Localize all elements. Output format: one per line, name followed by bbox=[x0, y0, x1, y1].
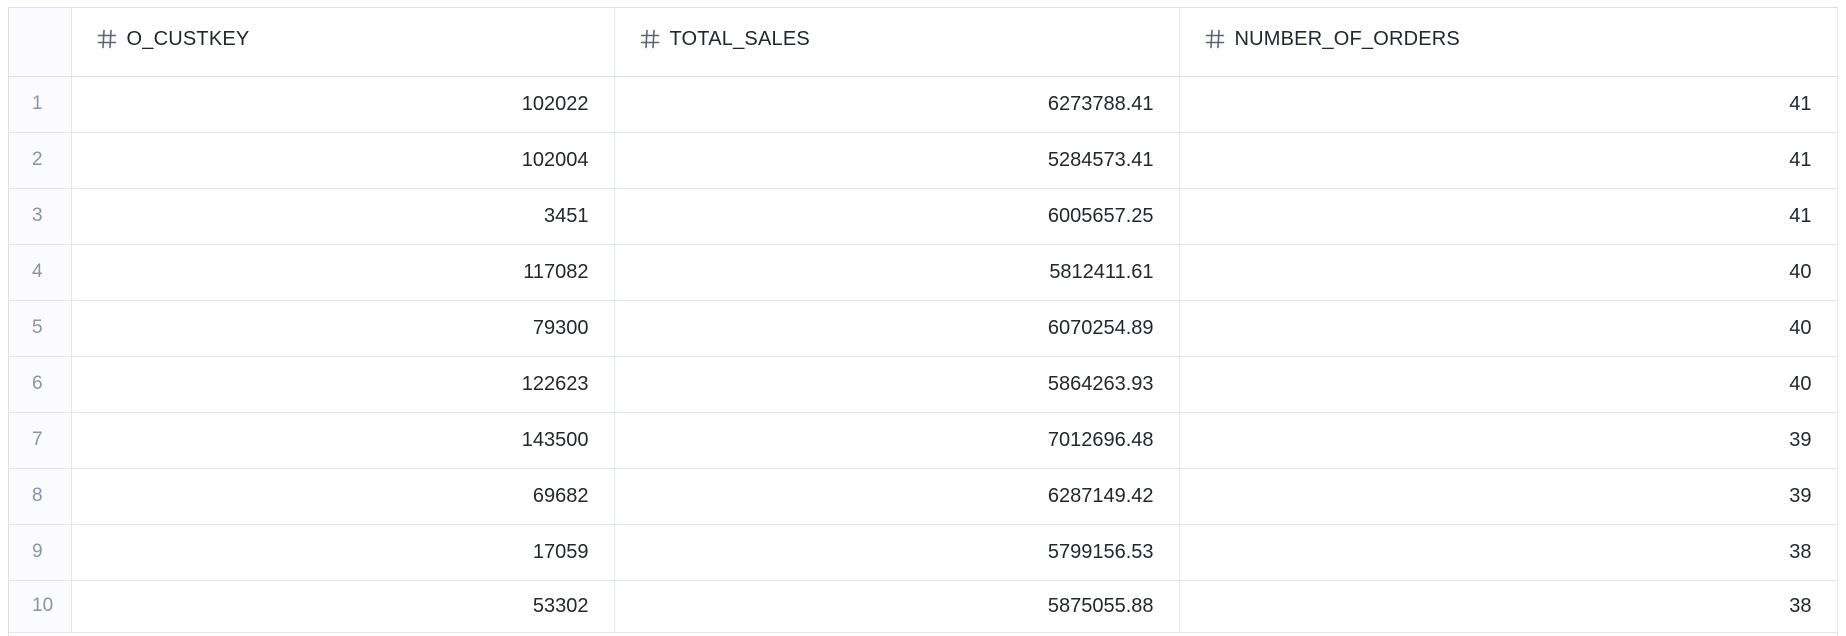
column-header-label: NUMBER_OF_ORDERS bbox=[1234, 27, 1460, 50]
cell-total-sales[interactable]: 5799156.53 bbox=[614, 524, 1180, 581]
hash-icon bbox=[1204, 28, 1226, 50]
table-row[interactable]: 3 3451 6005657.25 41 bbox=[9, 188, 1838, 245]
results-table: O_CUSTKEY TOTAL_SALES NUMBER_OF_ORDERS 1… bbox=[9, 8, 1838, 633]
cell-o-custkey[interactable]: 117082 bbox=[71, 244, 615, 301]
hash-icon bbox=[96, 28, 118, 50]
cell-o-custkey[interactable]: 102022 bbox=[71, 76, 615, 133]
cell-number-of-orders[interactable]: 41 bbox=[1179, 132, 1838, 189]
cell-o-custkey[interactable]: 122623 bbox=[71, 356, 615, 413]
cell-number-of-orders[interactable]: 39 bbox=[1179, 468, 1838, 525]
row-index: 7 bbox=[9, 412, 72, 469]
table-row[interactable]: 10 53302 5875055.88 38 bbox=[9, 580, 1838, 633]
row-index: 9 bbox=[9, 524, 72, 581]
cell-o-custkey[interactable]: 102004 bbox=[71, 132, 615, 189]
table-row[interactable]: 5 79300 6070254.89 40 bbox=[9, 300, 1838, 357]
row-index-header bbox=[9, 8, 72, 77]
cell-total-sales[interactable]: 6005657.25 bbox=[614, 188, 1180, 245]
table-row[interactable]: 9 17059 5799156.53 38 bbox=[9, 524, 1838, 581]
cell-number-of-orders[interactable]: 40 bbox=[1179, 356, 1838, 413]
results-grid: O_CUSTKEY TOTAL_SALES NUMBER_OF_ORDERS 1… bbox=[8, 7, 1838, 636]
cell-number-of-orders[interactable]: 40 bbox=[1179, 300, 1838, 357]
cell-o-custkey[interactable]: 17059 bbox=[71, 524, 615, 581]
column-header-label: TOTAL_SALES bbox=[669, 27, 810, 50]
cell-number-of-orders[interactable]: 41 bbox=[1179, 76, 1838, 133]
header-row: O_CUSTKEY TOTAL_SALES NUMBER_OF_ORDERS bbox=[9, 8, 1838, 77]
column-header-o-custkey[interactable]: O_CUSTKEY bbox=[71, 8, 615, 77]
cell-number-of-orders[interactable]: 39 bbox=[1179, 412, 1838, 469]
cell-total-sales[interactable]: 5875055.88 bbox=[614, 580, 1180, 633]
column-header-number-of-orders[interactable]: NUMBER_OF_ORDERS bbox=[1179, 8, 1838, 77]
row-index: 5 bbox=[9, 300, 72, 357]
cell-total-sales[interactable]: 7012696.48 bbox=[614, 412, 1180, 469]
row-index: 3 bbox=[9, 188, 72, 245]
table-row[interactable]: 2 102004 5284573.41 41 bbox=[9, 132, 1838, 189]
cell-o-custkey[interactable]: 143500 bbox=[71, 412, 615, 469]
cell-number-of-orders[interactable]: 38 bbox=[1179, 524, 1838, 581]
cell-o-custkey[interactable]: 69682 bbox=[71, 468, 615, 525]
cell-total-sales[interactable]: 6070254.89 bbox=[614, 300, 1180, 357]
table-row[interactable]: 4 117082 5812411.61 40 bbox=[9, 244, 1838, 301]
table-row[interactable]: 7 143500 7012696.48 39 bbox=[9, 412, 1838, 469]
cell-total-sales[interactable]: 6287149.42 bbox=[614, 468, 1180, 525]
cell-number-of-orders[interactable]: 38 bbox=[1179, 580, 1838, 633]
cell-total-sales[interactable]: 5812411.61 bbox=[614, 244, 1180, 301]
cell-o-custkey[interactable]: 53302 bbox=[71, 580, 615, 633]
hash-icon bbox=[639, 28, 661, 50]
row-index: 10 bbox=[9, 580, 72, 633]
table-row[interactable]: 6 122623 5864263.93 40 bbox=[9, 356, 1838, 413]
column-header-label: O_CUSTKEY bbox=[126, 27, 250, 50]
cell-total-sales[interactable]: 5284573.41 bbox=[614, 132, 1180, 189]
cell-o-custkey[interactable]: 79300 bbox=[71, 300, 615, 357]
cell-total-sales[interactable]: 6273788.41 bbox=[614, 76, 1180, 133]
cell-number-of-orders[interactable]: 41 bbox=[1179, 188, 1838, 245]
row-index: 8 bbox=[9, 468, 72, 525]
row-index: 6 bbox=[9, 356, 72, 413]
row-index: 1 bbox=[9, 76, 72, 133]
row-index: 2 bbox=[9, 132, 72, 189]
cell-total-sales[interactable]: 5864263.93 bbox=[614, 356, 1180, 413]
cell-number-of-orders[interactable]: 40 bbox=[1179, 244, 1838, 301]
column-header-total-sales[interactable]: TOTAL_SALES bbox=[614, 8, 1180, 77]
table-row[interactable]: 8 69682 6287149.42 39 bbox=[9, 468, 1838, 525]
row-index: 4 bbox=[9, 244, 72, 301]
table-row[interactable]: 1 102022 6273788.41 41 bbox=[9, 76, 1838, 133]
cell-o-custkey[interactable]: 3451 bbox=[71, 188, 615, 245]
